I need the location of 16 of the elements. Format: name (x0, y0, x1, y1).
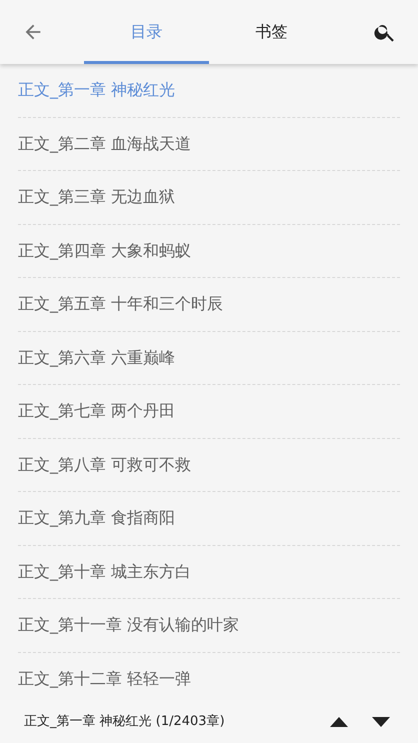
current-chapter-label: 正文_第一章 神秘红光 (1/2403章) (24, 712, 226, 731)
chapter-item[interactable]: 正文_第十章 城主东方白 (18, 546, 400, 599)
chapter-item[interactable]: 正文_第三章 无边血狱 (18, 171, 400, 224)
chapter-item[interactable]: 正文_第六章 六重巅峰 (18, 332, 400, 385)
chapter-item[interactable]: 正文_第七章 两个丹田 (18, 385, 400, 438)
up-triangle-icon (330, 716, 348, 726)
chapter-item[interactable]: 正文_第一章 神秘红光 (18, 64, 400, 118)
down-triangle-icon (372, 716, 390, 726)
chapter-item[interactable]: 正文_第五章 十年和三个时辰 (18, 278, 400, 332)
chapter-item[interactable]: 正文_第二章 血海战天道 (18, 118, 400, 171)
chapter-item[interactable]: 正文_第十一章 没有认输的叶家 (18, 599, 400, 652)
chapter-item[interactable]: 正文_第八章 可救可不救 (18, 438, 400, 492)
chapter-item[interactable]: 正文_第四章 大象和蚂蚁 (18, 224, 400, 278)
tab[interactable]: 目录 (84, 0, 209, 64)
tab[interactable]: 书签 (209, 0, 334, 64)
chapter-item[interactable]: 正文_第九章 食指商阳 (18, 492, 400, 546)
